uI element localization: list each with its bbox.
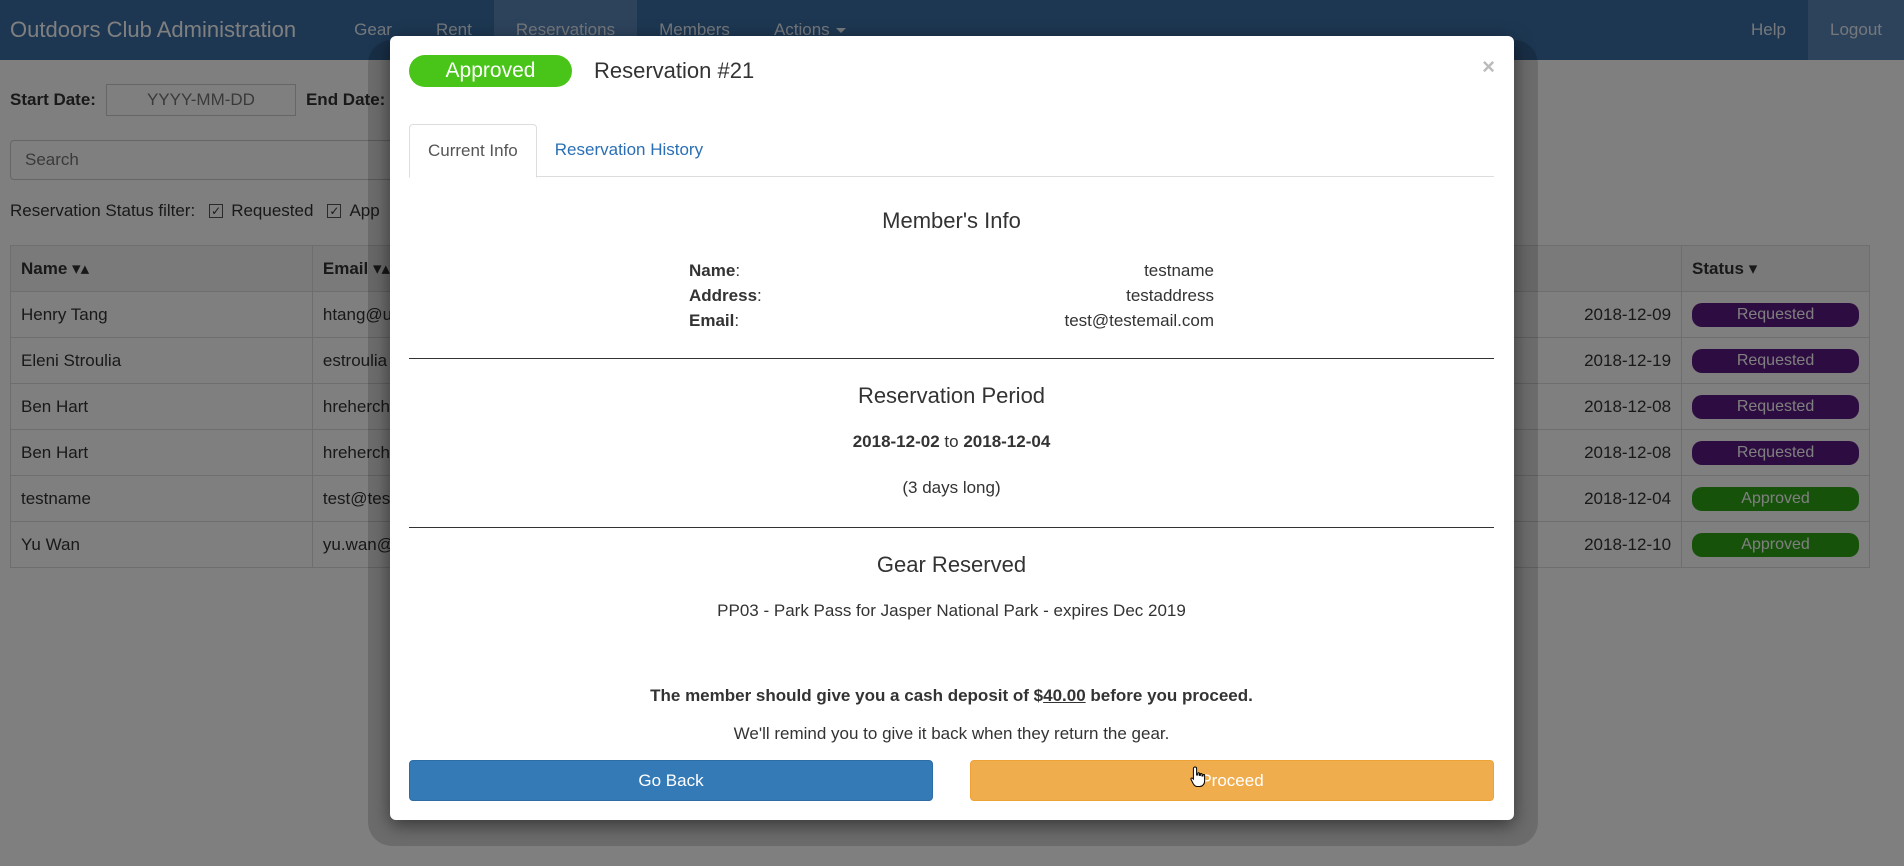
gear-reserved-heading: Gear Reserved	[876, 552, 1027, 577]
member-info: Name: testname Address: testaddress Emai…	[689, 258, 1214, 333]
status-badge: Approved	[409, 55, 572, 87]
member-address-value: testaddress	[1126, 286, 1214, 305]
reservation-modal: Approved Reservation #21 × Current Info …	[390, 36, 1514, 820]
section-divider	[409, 358, 1494, 359]
member-address-label-text: Address	[689, 286, 758, 305]
member-name-row: Name: testname	[689, 258, 1214, 283]
deposit-suffix: before you proceed.	[1090, 686, 1253, 705]
member-email-label: Email:	[689, 311, 740, 330]
go-back-button[interactable]: Go Back	[409, 760, 933, 801]
deposit-notice: The member should give you a cash deposi…	[409, 686, 1494, 706]
proceed-button[interactable]: Proceed	[970, 760, 1494, 801]
modal-tabs: Current Info Reservation History	[409, 124, 1494, 178]
member-email-row: Email: test@testemail.com	[689, 308, 1214, 333]
period-length: (3 days long)	[902, 478, 1001, 497]
reservation-dates: 2018-12-02 to 2018-12-04	[409, 432, 1494, 452]
member-name-value: testname	[1144, 261, 1214, 280]
reservation-period-heading: Reservation Period	[857, 383, 1046, 408]
member-info-heading: Member's Info	[882, 208, 1021, 233]
deposit-amount: 40.00	[1043, 686, 1086, 705]
member-address-label: Address:	[689, 286, 762, 305]
tab-current-info[interactable]: Current Info	[409, 124, 537, 178]
period-start-date: 2018-12-02	[852, 432, 940, 451]
tab-reservation-history[interactable]: Reservation History	[537, 124, 721, 176]
member-name-label-text: Name	[689, 261, 736, 280]
modal-header: Approved Reservation #21 ×	[409, 54, 1495, 88]
member-email-label-text: Email	[689, 311, 735, 330]
deposit-prefix: The member should give you a cash deposi…	[650, 686, 1044, 705]
modal-title: Reservation #21	[594, 58, 755, 83]
period-end-date: 2018-12-04	[963, 432, 1051, 451]
period-to: to	[944, 432, 959, 451]
section-divider	[409, 527, 1494, 528]
close-icon[interactable]: ×	[1482, 54, 1495, 80]
member-email-value: test@testemail.com	[1064, 311, 1214, 330]
deposit-reminder: We'll remind you to give it back when th…	[733, 724, 1170, 743]
member-name-label: Name:	[689, 261, 741, 280]
gear-reserved-item: PP03 - Park Pass for Jasper National Par…	[717, 601, 1186, 620]
member-address-row: Address: testaddress	[689, 283, 1214, 308]
hand-cursor-icon	[1190, 766, 1206, 787]
